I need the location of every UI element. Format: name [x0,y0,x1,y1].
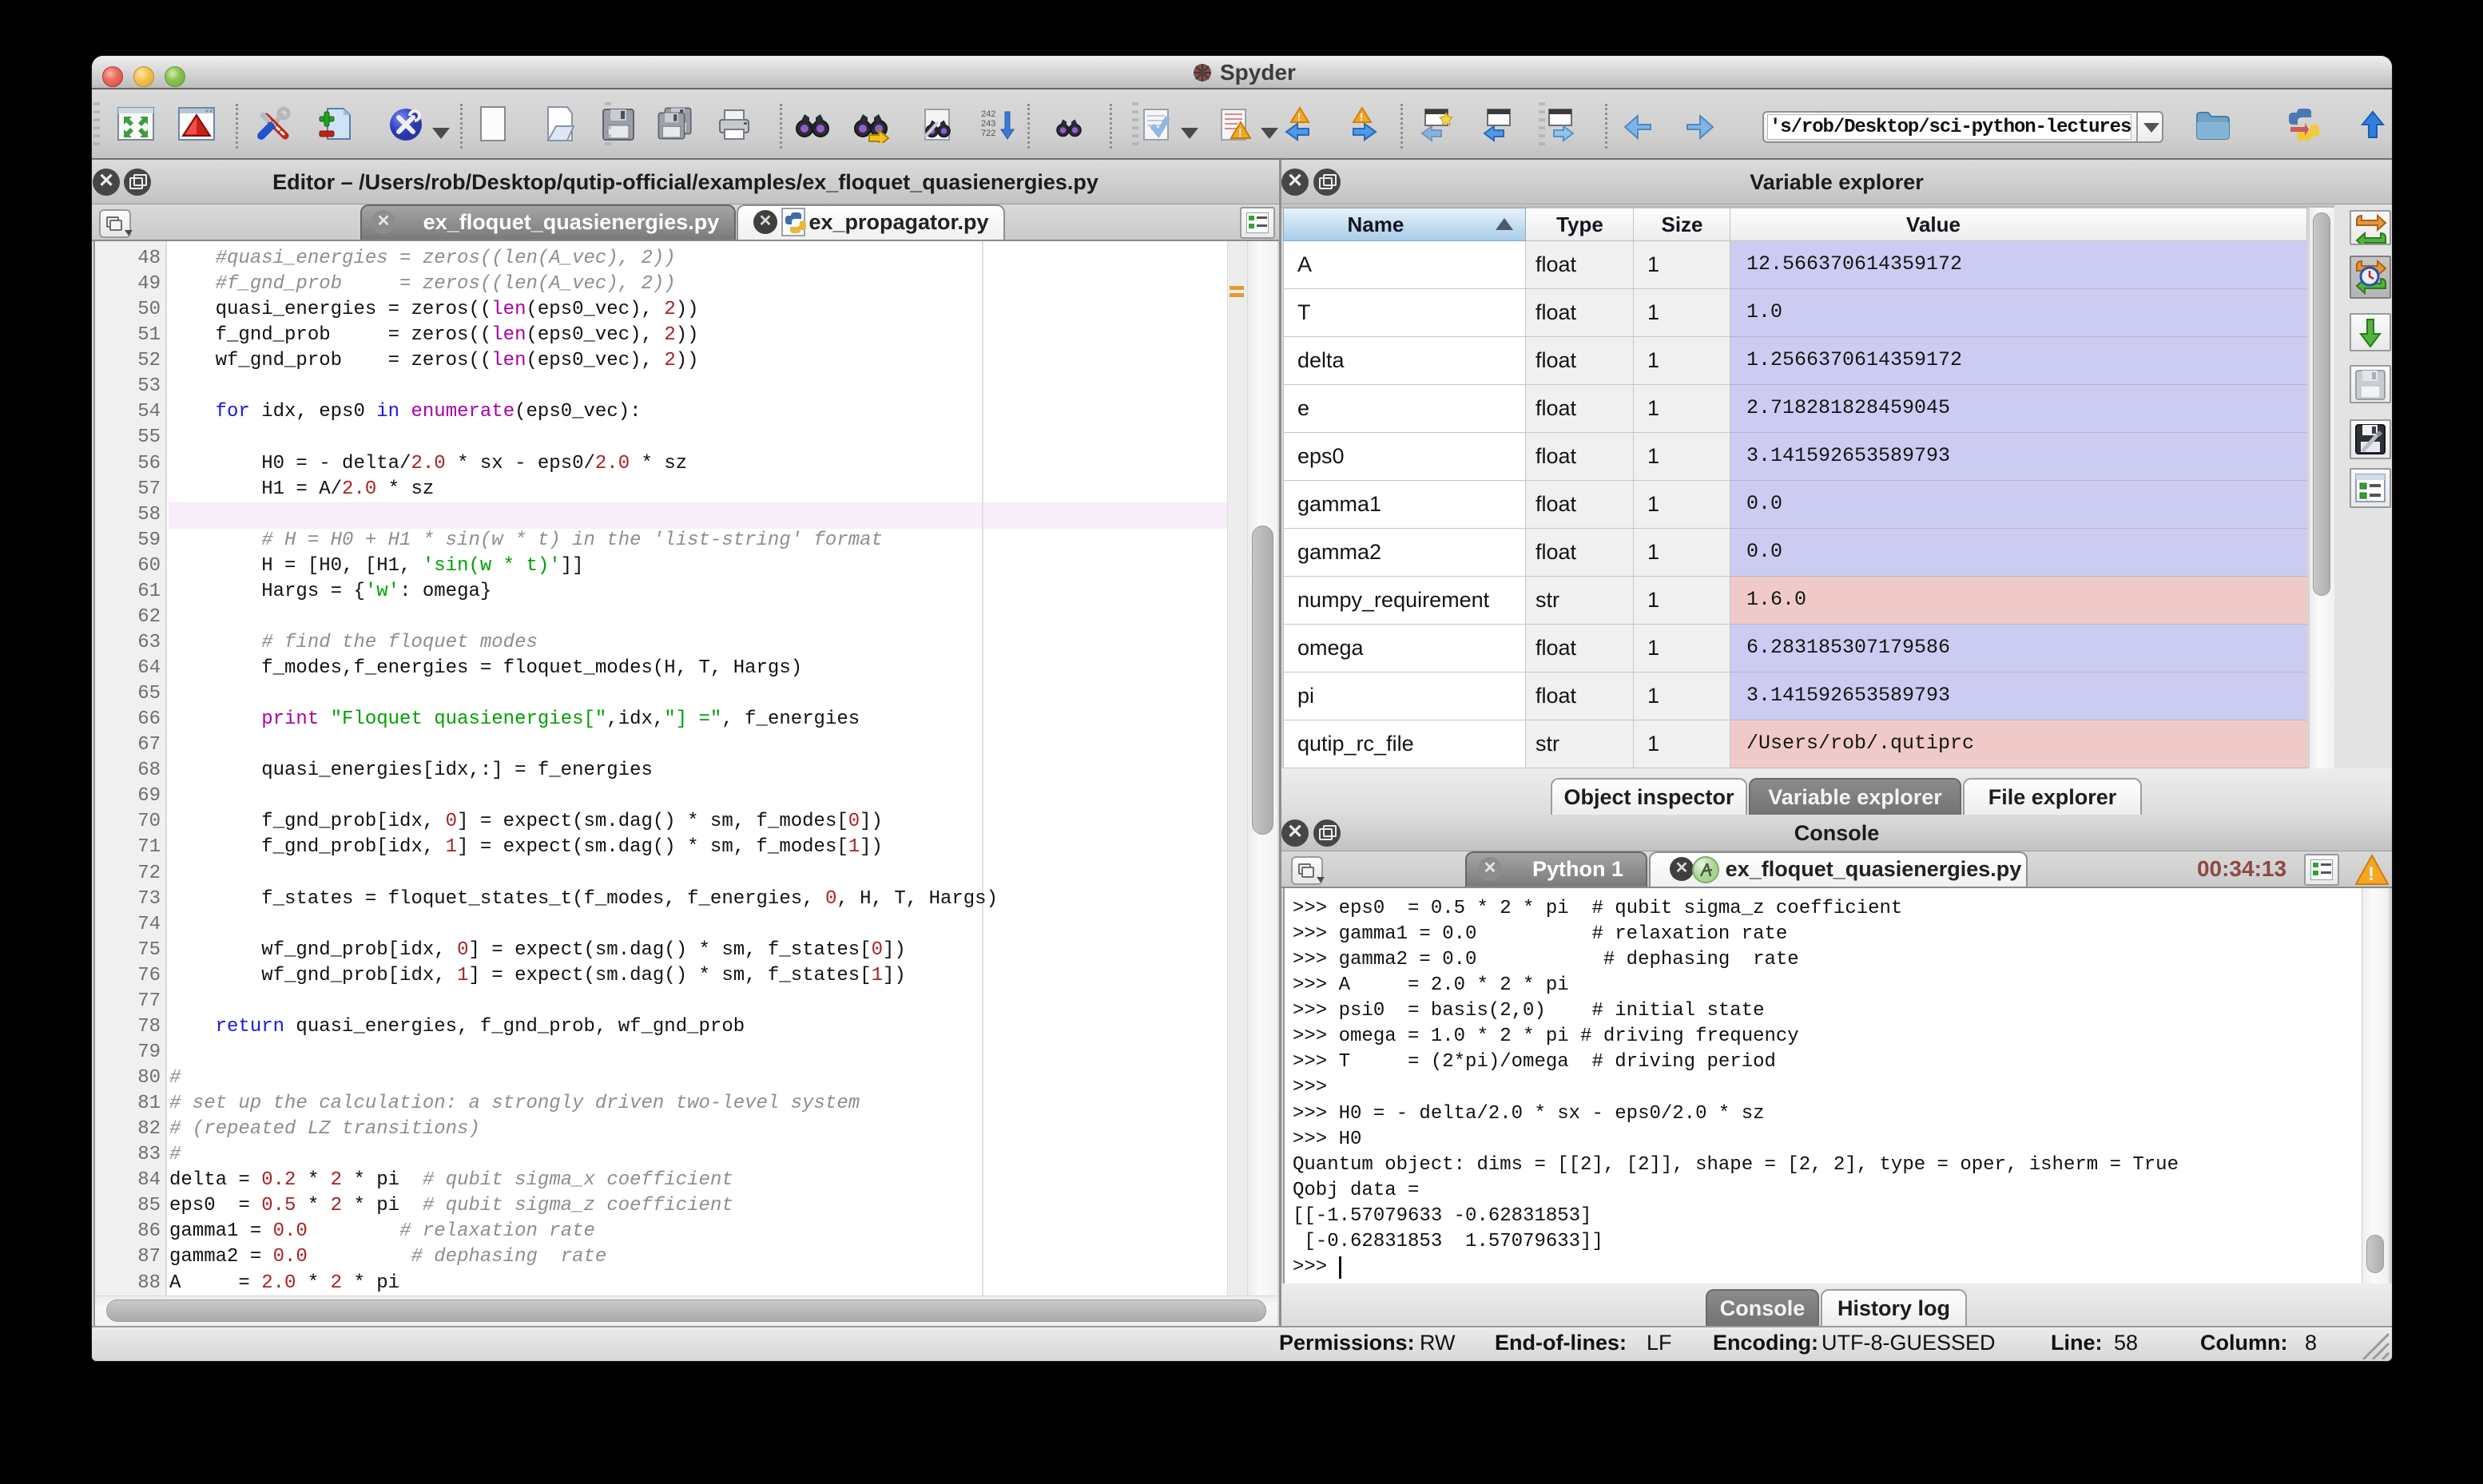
svg-text:!: ! [1297,111,1301,123]
svg-text:722: 722 [981,129,995,138]
svg-text:242: 242 [981,109,995,119]
svg-text:!: ! [2368,863,2374,885]
svg-text:243: 243 [981,119,995,129]
svg-text:!: ! [1238,126,1242,139]
svg-text:!: ! [1360,111,1363,123]
